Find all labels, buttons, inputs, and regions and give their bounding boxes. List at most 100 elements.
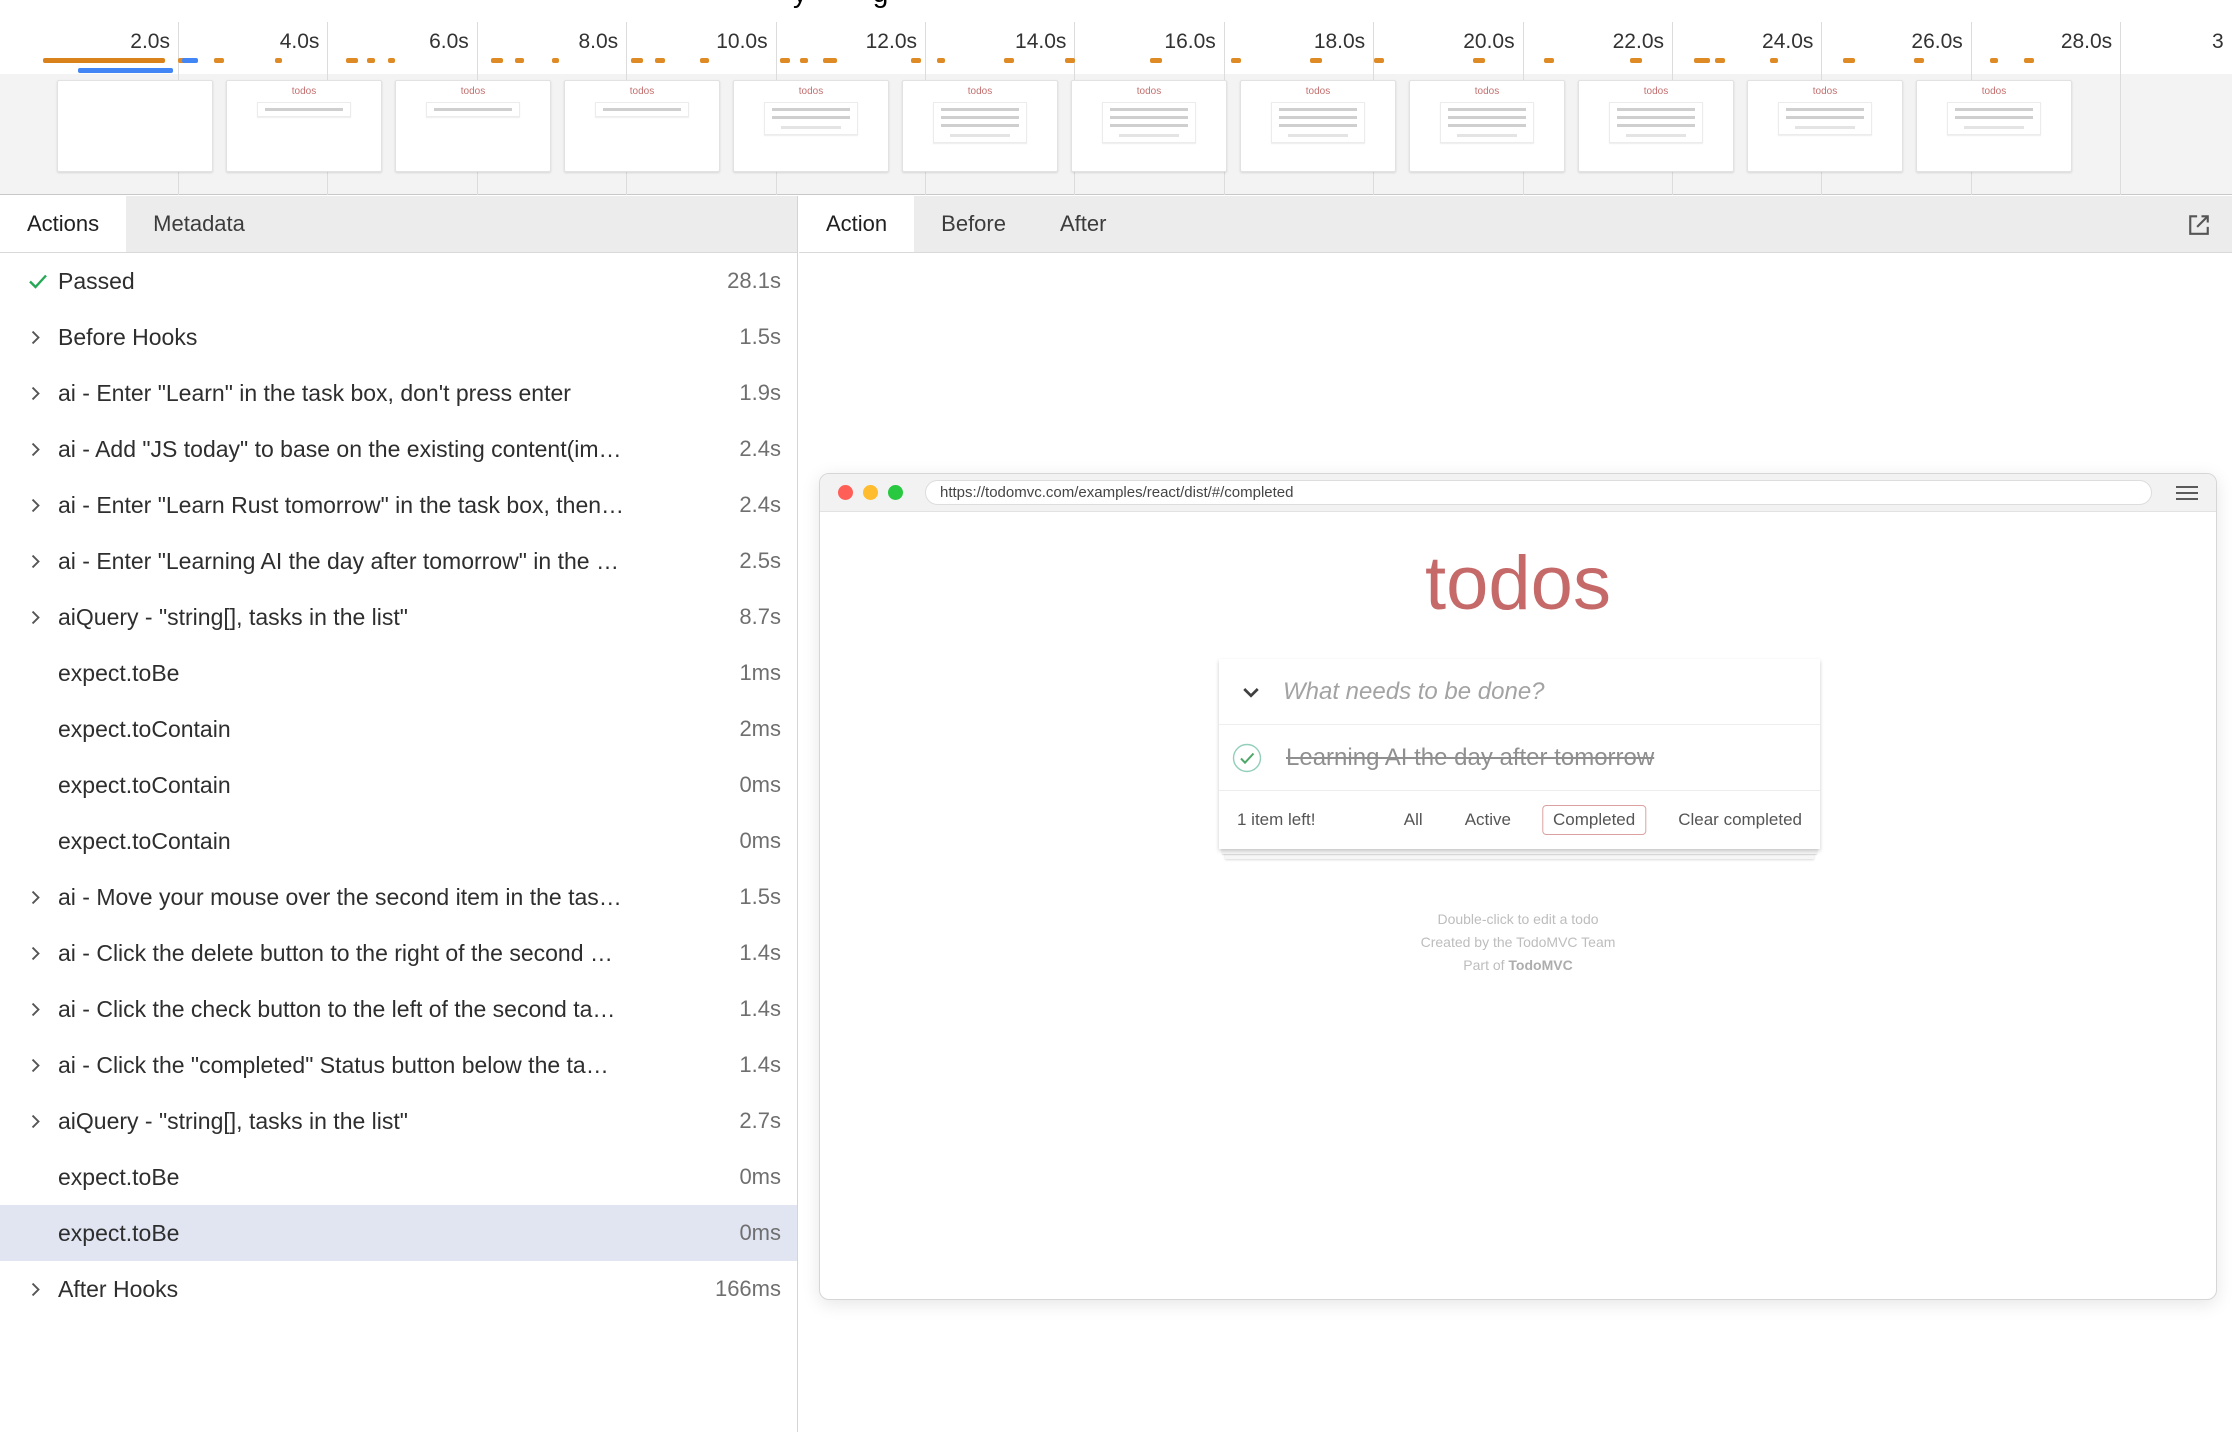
address-bar[interactable]: https://todomvc.com/examples/react/dist/… [925,480,2152,505]
chevron-right-icon[interactable] [26,1056,58,1075]
thumbnail-line [772,108,850,111]
chevron-right-icon[interactable] [26,1000,58,1019]
action-row[interactable]: After Hooks166ms [0,1261,797,1317]
action-row[interactable]: ai - Click the delete button to the righ… [0,925,797,981]
traffic-lights [838,485,913,500]
filter-active[interactable]: Active [1454,805,1522,835]
action-activity-mark [631,58,643,63]
action-row[interactable]: expect.toContain2ms [0,701,797,757]
action-row[interactable]: ai - Click the check button to the left … [0,981,797,1037]
tab-actions[interactable]: Actions [0,196,126,252]
action-row[interactable]: expect.toBe0ms [0,1205,797,1261]
chevron-right-icon[interactable] [26,440,58,459]
browser-window: https://todomvc.com/examples/react/dist/… [819,473,2217,1300]
thumbnail-todos-title: todos [1137,87,1161,97]
action-duration: 28.1s [715,268,797,294]
action-row[interactable]: expect.toContain0ms [0,757,797,813]
tab-action[interactable]: Action [799,196,914,252]
thumbnail-footer-line [1119,134,1180,137]
thumbnail-todos-title: todos [1644,87,1668,97]
action-row[interactable]: aiQuery - "string[], tasks in the list"8… [0,589,797,645]
action-row[interactable]: Before Hooks1.5s [0,309,797,365]
todo-item[interactable]: Learning AI the day after tomorrow [1219,725,1820,791]
tab-after[interactable]: After [1033,196,1133,252]
action-row[interactable]: ai - Add "JS today" to base on the exist… [0,421,797,477]
action-duration: 166ms [703,1276,797,1302]
browser-title-bar: https://todomvc.com/examples/react/dist/… [820,474,2216,512]
chevron-right-icon[interactable] [26,496,58,515]
todo-check-icon[interactable] [1231,742,1263,774]
timeline-thumbnail[interactable]: todos [902,80,1058,172]
brand-name[interactable]: TodoMVC [1508,957,1572,973]
thumbnail-todos-title: todos [1813,87,1837,97]
timeline-thumbnail[interactable]: todos [1409,80,1565,172]
chevron-right-icon[interactable] [26,1280,58,1299]
action-duration: 8.7s [727,604,797,630]
chevron-right-icon[interactable] [26,328,58,347]
action-row[interactable]: ai - Enter "Learning AI the day after to… [0,533,797,589]
chevron-right-icon[interactable] [26,608,58,627]
thumbnail-strip[interactable]: todostodostodostodostodostodostodostodos… [57,80,2072,172]
chevron-right-icon[interactable] [26,384,58,403]
timeline-thumbnail[interactable]: todos [564,80,720,172]
action-row[interactable]: ai - Move your mouse over the second ite… [0,869,797,925]
thumbnail-line [772,116,850,119]
action-row[interactable]: expect.toBe0ms [0,1149,797,1205]
filter-all[interactable]: All [1393,805,1434,835]
timeline-thumbnail[interactable] [57,80,213,172]
action-list: Passed28.1sBefore Hooks1.5sai - Enter "L… [0,253,797,1317]
timeline-thumbnail[interactable]: todos [733,80,889,172]
thumbnail-app-box [933,102,1027,143]
clear-completed-button[interactable]: Clear completed [1678,810,1802,830]
thumbnail-app-box [1102,102,1196,143]
chevron-right-icon[interactable] [26,888,58,907]
minimize-button[interactable] [863,485,878,500]
timeline[interactable]: y g 2.0s4.0s6.0s8.0s10.0s12.0s14.0s16.0s… [0,0,2232,195]
hamburger-menu-icon[interactable] [2176,486,2198,500]
zoom-button[interactable] [888,485,903,500]
timeline-thumbnail[interactable]: todos [1916,80,2072,172]
app-credit: Created by the TodoMVC Team [820,931,2216,954]
action-label: expect.toBe [58,1220,727,1247]
thumbnail-line [1110,124,1188,127]
new-todo-input[interactable]: What needs to be done? [1219,659,1820,725]
todo-footer: 1 item left! AllActiveCompleted Clear co… [1219,791,1820,849]
action-label: ai - Click the "completed" Status button… [58,1052,727,1079]
pop-out-icon[interactable] [2184,210,2214,240]
thumbnail-line [1617,108,1695,111]
action-row[interactable]: ai - Click the "completed" Status button… [0,1037,797,1093]
clipped-test-title-text: y g [793,0,888,9]
action-row[interactable]: ai - Enter "Learn" in the task box, don'… [0,365,797,421]
tab-before[interactable]: Before [914,196,1033,252]
action-row[interactable]: expect.toBe1ms [0,645,797,701]
action-duration: 1.9s [727,380,797,406]
thumbnail-line [941,108,1019,111]
expand-all-icon[interactable] [1219,680,1283,704]
timeline-thumbnail[interactable]: todos [1747,80,1903,172]
timeline-thumbnail[interactable]: todos [1071,80,1227,172]
timeline-thumbnail[interactable]: todos [1578,80,1734,172]
chevron-right-icon[interactable] [26,944,58,963]
timeline-thumbnail[interactable]: todos [395,80,551,172]
thumbnail-app-box [1778,102,1872,135]
thumbnail-line [1955,116,2033,119]
thumbnail-todos-title: todos [799,87,823,97]
thumbnail-line [1786,116,1864,119]
timeline-thumbnail[interactable]: todos [226,80,382,172]
action-activity-mark [1473,58,1485,63]
action-row[interactable]: Passed28.1s [0,253,797,309]
action-row[interactable]: ai - Enter "Learn Rust tomorrow" in the … [0,477,797,533]
filter-completed[interactable]: Completed [1542,805,1646,835]
action-duration: 0ms [727,772,797,798]
tab-metadata[interactable]: Metadata [126,196,272,252]
action-duration: 1.5s [727,324,797,350]
action-row[interactable]: aiQuery - "string[], tasks in the list"2… [0,1093,797,1149]
action-row[interactable]: expect.toContain0ms [0,813,797,869]
close-button[interactable] [838,485,853,500]
action-duration: 2.7s [727,1108,797,1134]
thumbnail-todos-title: todos [1475,87,1499,97]
chevron-right-icon[interactable] [26,552,58,571]
todo-label: Learning AI the day after tomorrow [1286,744,1654,772]
timeline-thumbnail[interactable]: todos [1240,80,1396,172]
chevron-right-icon[interactable] [26,1112,58,1131]
